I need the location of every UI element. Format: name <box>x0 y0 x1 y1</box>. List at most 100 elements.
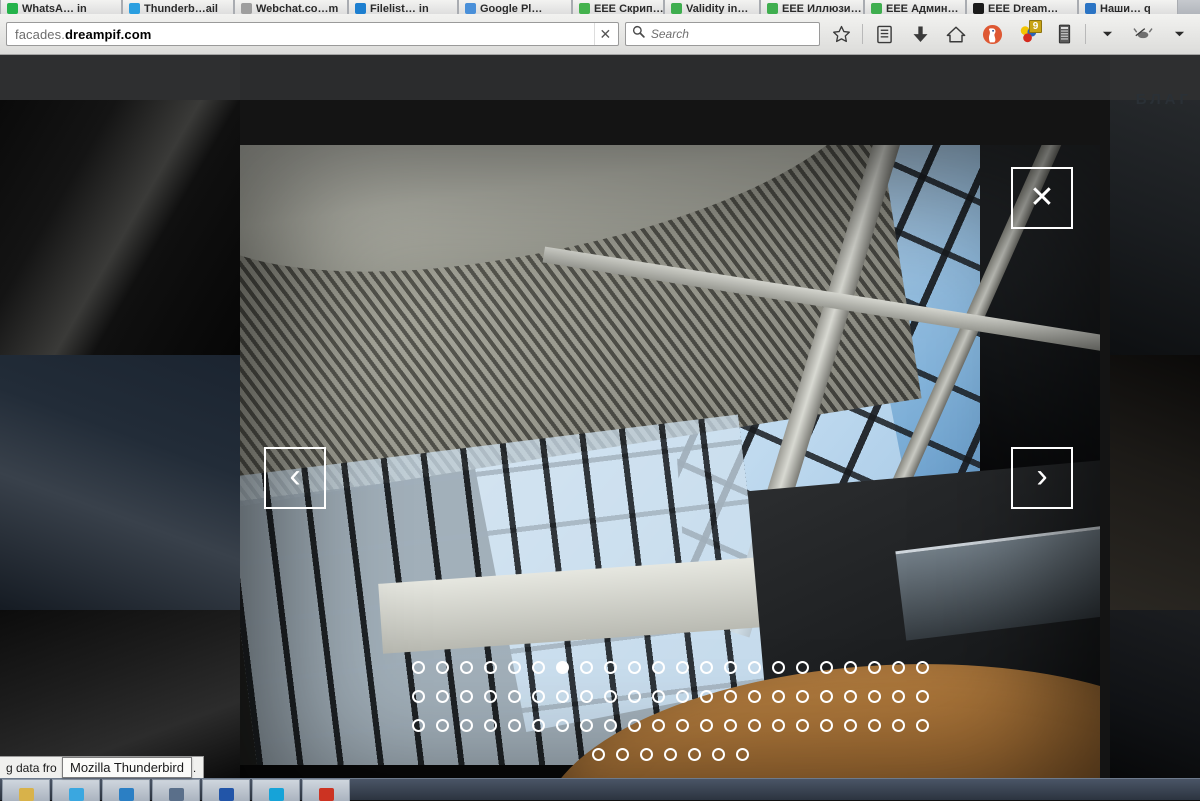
bullet[interactable] <box>838 656 862 678</box>
gallery-thumb-left-2[interactable] <box>0 355 240 610</box>
bullet[interactable] <box>790 656 814 678</box>
bullet[interactable] <box>634 743 658 765</box>
bullet[interactable] <box>718 656 742 678</box>
taskbar-item-files[interactable] <box>2 779 50 801</box>
bullet[interactable] <box>478 714 502 736</box>
bullet[interactable] <box>814 714 838 736</box>
bullet[interactable] <box>574 685 598 707</box>
bullet[interactable] <box>766 714 790 736</box>
lightbox-prev-button[interactable]: ‹ <box>264 447 326 509</box>
bullet[interactable] <box>478 685 502 707</box>
shredder-icon[interactable] <box>1049 19 1079 49</box>
taskbar-item-office[interactable] <box>202 779 250 801</box>
addon-balls-icon[interactable]: 9 <box>1013 19 1043 49</box>
clear-url-button[interactable]: ✕ <box>594 23 616 45</box>
bullet[interactable] <box>670 656 694 678</box>
taskbar-item-terminal[interactable] <box>252 779 300 801</box>
bullet[interactable] <box>478 656 502 678</box>
bullet[interactable] <box>550 714 574 736</box>
bullet[interactable] <box>406 714 430 736</box>
bullet-active[interactable] <box>550 656 574 678</box>
browser-tab-9[interactable]: ЕЕЕ Dream… <box>966 0 1078 14</box>
noscript-icon[interactable] <box>1128 19 1158 49</box>
library-icon[interactable] <box>869 19 899 49</box>
duckduckgo-icon[interactable] <box>977 19 1007 49</box>
bullet[interactable] <box>430 685 454 707</box>
bullet[interactable] <box>526 685 550 707</box>
bullet[interactable] <box>718 714 742 736</box>
lightbox-next-button[interactable]: › <box>1011 447 1073 509</box>
browser-tab-6[interactable]: Validity in… <box>664 0 760 14</box>
bullet[interactable] <box>838 685 862 707</box>
bullet[interactable] <box>406 656 430 678</box>
bullet[interactable] <box>658 743 682 765</box>
bullet[interactable] <box>646 714 670 736</box>
search-input[interactable]: Search <box>625 22 820 46</box>
bullet[interactable] <box>706 743 730 765</box>
bullet[interactable] <box>430 714 454 736</box>
bullet[interactable] <box>910 656 934 678</box>
bullet[interactable] <box>886 656 910 678</box>
bullet[interactable] <box>862 656 886 678</box>
bullet[interactable] <box>502 714 526 736</box>
browser-tab-8[interactable]: ЕЕЕ Админ… <box>864 0 966 14</box>
bullet[interactable] <box>646 656 670 678</box>
taskbar-item-editor[interactable] <box>152 779 200 801</box>
browser-tab-5[interactable]: ЕЕЕ Скрип… <box>572 0 664 14</box>
bullet[interactable] <box>790 714 814 736</box>
browser-tab-1[interactable]: Thunderb…ail <box>122 0 234 14</box>
bullet[interactable] <box>586 743 610 765</box>
bullet[interactable] <box>910 685 934 707</box>
bullet[interactable] <box>526 714 550 736</box>
bullet[interactable] <box>598 685 622 707</box>
bullet[interactable] <box>742 685 766 707</box>
gallery-thumb-right-2[interactable] <box>1110 355 1200 610</box>
bullet[interactable] <box>742 656 766 678</box>
bullet[interactable] <box>574 714 598 736</box>
bullet[interactable] <box>406 685 430 707</box>
bullet[interactable] <box>862 685 886 707</box>
bullet[interactable] <box>622 685 646 707</box>
bullet[interactable] <box>814 685 838 707</box>
bookmark-star-icon[interactable] <box>826 19 856 49</box>
bullet[interactable] <box>502 656 526 678</box>
taskbar-item-thunderbird[interactable] <box>102 779 150 801</box>
gallery-thumb-left-3[interactable] <box>0 610 240 778</box>
taskbar-item-browser[interactable] <box>52 779 100 801</box>
bullet[interactable] <box>598 714 622 736</box>
browser-tab-3[interactable]: Filelist… in <box>348 0 458 14</box>
gallery-thumb-left-1[interactable] <box>0 100 240 355</box>
bullet[interactable] <box>718 685 742 707</box>
bullet[interactable] <box>430 656 454 678</box>
bullet[interactable] <box>682 743 706 765</box>
bullet[interactable] <box>670 714 694 736</box>
home-icon[interactable] <box>941 19 971 49</box>
bullet[interactable] <box>454 714 478 736</box>
bullet[interactable] <box>646 685 670 707</box>
bullet[interactable] <box>886 685 910 707</box>
bullet[interactable] <box>550 685 574 707</box>
gallery-thumb-right-1[interactable] <box>1110 100 1200 355</box>
browser-tab-0[interactable]: WhatsA… in <box>0 0 122 14</box>
bullet[interactable] <box>694 685 718 707</box>
bullet[interactable] <box>610 743 634 765</box>
browser-tab-2[interactable]: Webchat.co…m <box>234 0 348 14</box>
browser-tab-10[interactable]: Наши… q <box>1078 0 1178 14</box>
bullet[interactable] <box>766 685 790 707</box>
bullet[interactable] <box>454 685 478 707</box>
bullet[interactable] <box>622 656 646 678</box>
bullet[interactable] <box>574 656 598 678</box>
bullet[interactable] <box>622 714 646 736</box>
address-bar[interactable]: facades.dreampif.com ✕ <box>6 22 619 46</box>
bullet[interactable] <box>790 685 814 707</box>
bullet[interactable] <box>838 714 862 736</box>
lightbox-close-button[interactable]: ✕ <box>1011 167 1073 229</box>
bullet[interactable] <box>502 685 526 707</box>
overflow-chevron-icon[interactable] <box>1092 19 1122 49</box>
bullet[interactable] <box>526 656 550 678</box>
gallery-thumb-right-3[interactable] <box>1110 610 1200 778</box>
bullet[interactable] <box>814 656 838 678</box>
bullet[interactable] <box>730 743 754 765</box>
bullet[interactable] <box>670 685 694 707</box>
taskbar-item-pdf[interactable] <box>302 779 350 801</box>
